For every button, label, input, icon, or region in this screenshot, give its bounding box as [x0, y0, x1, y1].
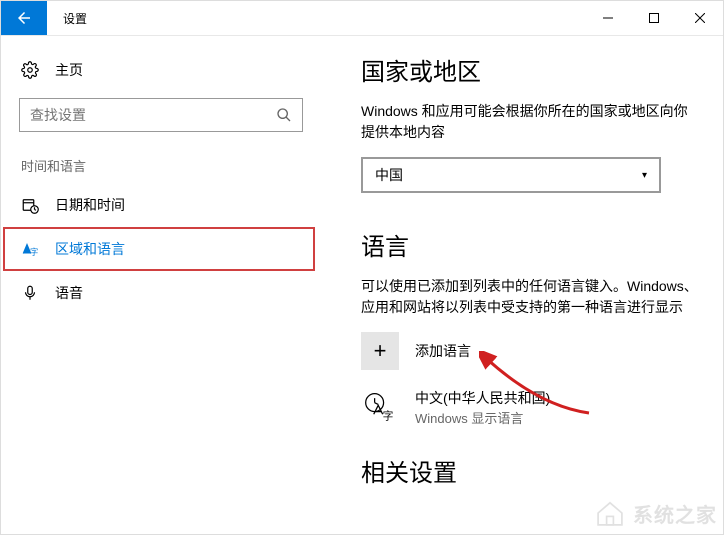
sidebar: 主页 时间和语言 日期和时间 字 区域和语言 语音	[1, 36, 321, 534]
language-icon: 字	[21, 240, 39, 258]
sidebar-section-title: 时间和语言	[1, 136, 321, 183]
main-panel: 国家或地区 Windows 和应用可能会根据你所在的国家或地区向你提供本地内容 …	[321, 36, 723, 534]
sidebar-item-label: 语音	[55, 283, 83, 303]
close-button[interactable]	[677, 1, 723, 35]
add-language-label: 添加语言	[415, 341, 471, 361]
svg-text:字: 字	[383, 409, 394, 422]
titlebar: 设置	[1, 1, 723, 36]
maximize-icon	[649, 13, 659, 23]
sidebar-item-region-language[interactable]: 字 区域和语言	[3, 227, 315, 271]
chevron-down-icon: ▾	[642, 170, 647, 181]
add-language-button[interactable]: + 添加语言	[361, 332, 699, 370]
language-heading: 语言	[361, 227, 699, 262]
search-box[interactable]	[19, 98, 303, 132]
sidebar-item-label: 区域和语言	[55, 239, 125, 259]
search-input[interactable]	[30, 107, 276, 123]
calendar-clock-icon	[21, 196, 39, 214]
country-dropdown[interactable]: 中国 ▾	[361, 157, 661, 193]
language-item[interactable]: 字 中文(中华人民共和国) Windows 显示语言	[361, 388, 699, 427]
language-item-sub: Windows 显示语言	[415, 408, 550, 427]
region-heading: 国家或地区	[361, 52, 699, 87]
plus-icon: +	[361, 332, 399, 370]
sidebar-item-datetime[interactable]: 日期和时间	[1, 183, 321, 227]
sidebar-item-speech[interactable]: 语音	[1, 271, 321, 315]
related-heading: 相关设置	[361, 453, 699, 488]
region-description: Windows 和应用可能会根据你所在的国家或地区向你提供本地内容	[361, 101, 699, 143]
country-selected: 中国	[375, 165, 403, 185]
arrow-left-icon	[15, 9, 33, 27]
microphone-icon	[21, 284, 39, 302]
window-title: 设置	[47, 1, 87, 35]
search-icon	[276, 107, 292, 123]
close-icon	[695, 13, 705, 23]
minimize-button[interactable]	[585, 1, 631, 35]
svg-text:字: 字	[30, 247, 38, 257]
sidebar-item-label: 日期和时间	[55, 195, 125, 215]
back-button[interactable]	[1, 1, 47, 35]
language-description: 可以使用已添加到列表中的任何语言键入。Windows、应用和网站将以列表中受支持…	[361, 276, 699, 318]
language-item-name: 中文(中华人民共和国)	[415, 388, 550, 408]
home-nav[interactable]: 主页	[1, 52, 321, 88]
home-label: 主页	[55, 60, 83, 80]
minimize-icon	[603, 13, 613, 23]
language-item-icon: 字	[361, 389, 399, 427]
gear-icon	[21, 61, 39, 79]
maximize-button[interactable]	[631, 1, 677, 35]
